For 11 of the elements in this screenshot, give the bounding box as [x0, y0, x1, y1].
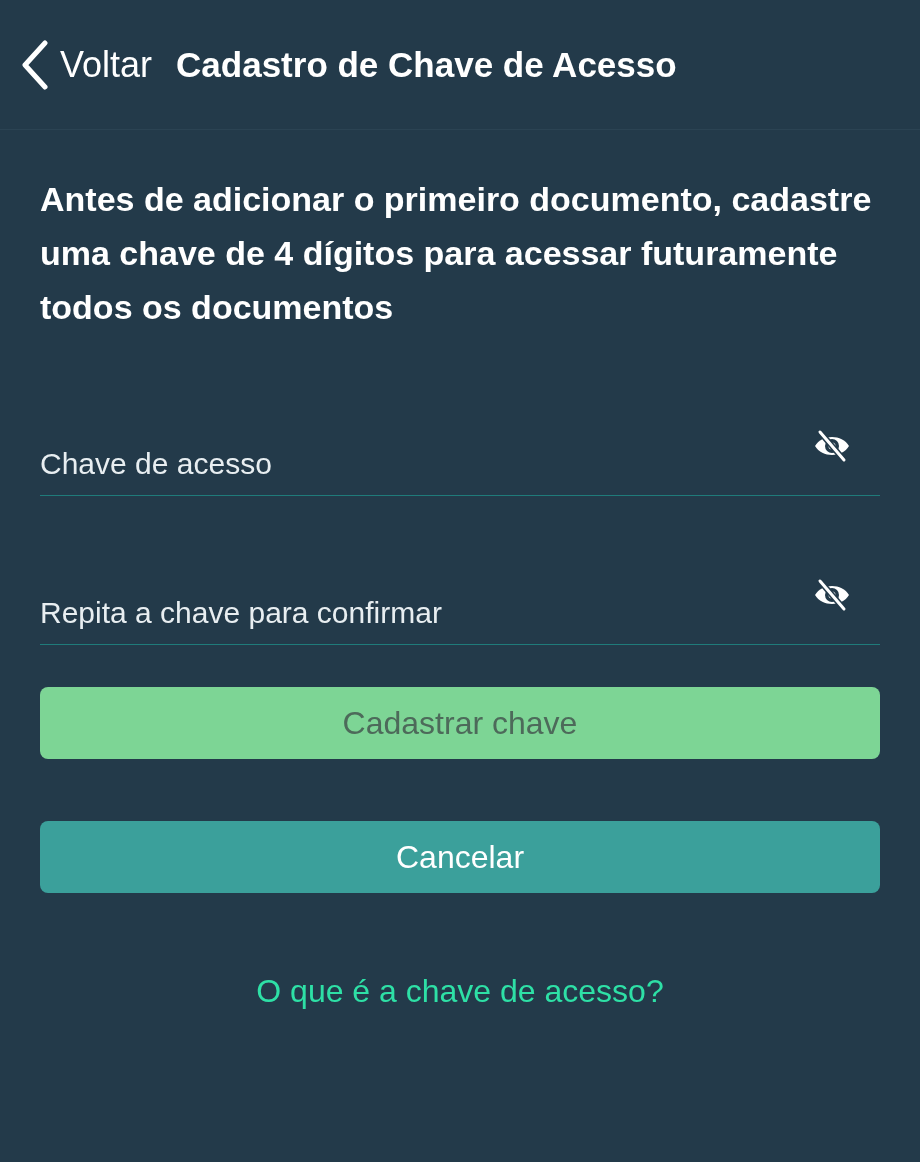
- input-field[interactable]: Chave de acesso: [40, 447, 880, 496]
- back-button[interactable]: Voltar: [20, 39, 153, 90]
- eye-slash-icon: [813, 578, 851, 612]
- visibility-toggle[interactable]: [812, 577, 852, 613]
- visibility-toggle[interactable]: [812, 428, 852, 464]
- page-title: Cadastro de Chave de Acesso: [176, 44, 677, 85]
- help-link[interactable]: O que é a chave de acesso?: [256, 973, 664, 1010]
- instruction-text: Antes de adicionar o primeiro documento, cadastre uma chave de 4 dígitos para acessar futuramente todos os documentos: [40, 179, 873, 328]
- input-field[interactable]: Repita a chave para confirmar: [40, 596, 880, 645]
- eye-slash-icon: [813, 429, 851, 463]
- chevron-left-icon: [20, 39, 50, 90]
